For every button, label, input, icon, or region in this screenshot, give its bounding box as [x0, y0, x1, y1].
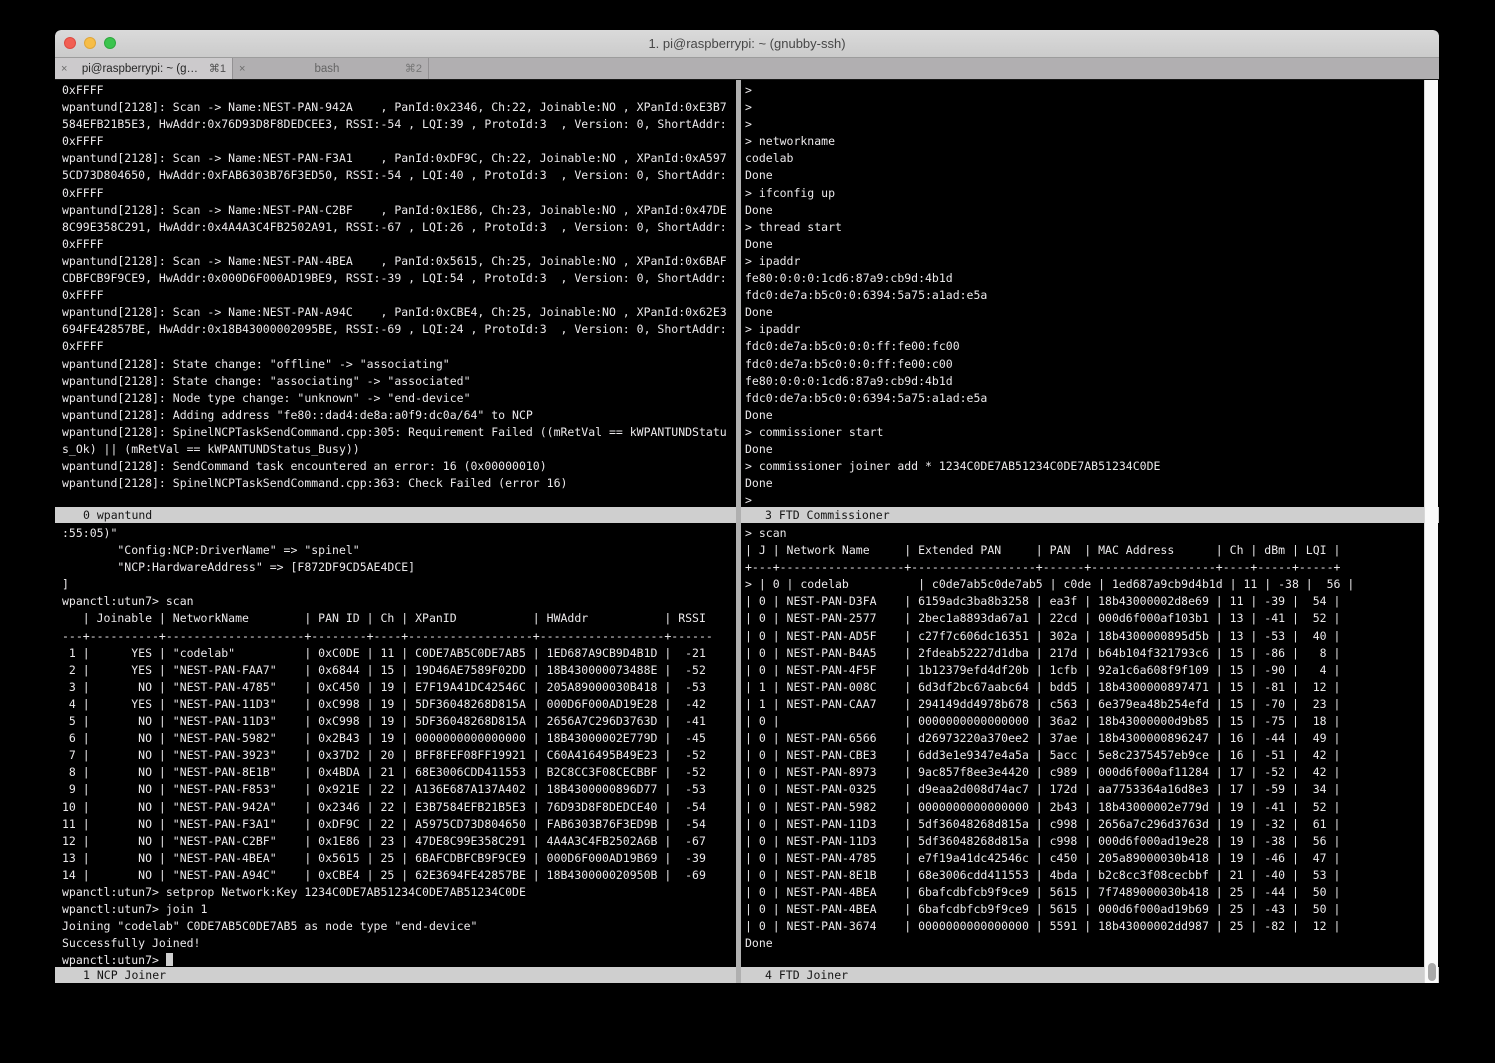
zoom-window-button[interactable]	[104, 37, 116, 49]
wpanctl-prompt[interactable]: wpanctl:utun7>	[55, 952, 736, 967]
tab-bash[interactable]: × bash ⌘2	[233, 58, 429, 79]
traffic-lights	[64, 37, 116, 49]
tab-label: bash	[253, 63, 401, 75]
ftd-joiner-output: > scan | J | Network Name | Extended PAN…	[741, 523, 1424, 952]
pane-ftd-commissioner[interactable]: > > > > networkname codelab Done > ifcon…	[741, 80, 1424, 507]
tab-shortcut: ⌘2	[405, 62, 422, 75]
window-title: 1. pi@raspberrypi: ~ (gnubby-ssh)	[55, 30, 1439, 57]
scrollbar-thumb[interactable]	[1428, 963, 1436, 981]
terminal-cursor	[166, 953, 173, 966]
tab-bar-filler	[429, 58, 1439, 79]
minimize-window-button[interactable]	[84, 37, 96, 49]
tab-label: pi@raspberrypi: ~ (g…	[75, 63, 205, 75]
pane-divider[interactable]	[736, 80, 741, 983]
scrollbar[interactable]	[1424, 80, 1438, 983]
tab-close-icon[interactable]: ×	[239, 63, 253, 75]
prompt-text: wpanctl:utun7>	[62, 953, 166, 967]
ftd-commissioner-output: > > > > networkname codelab Done > ifcon…	[741, 80, 1424, 507]
close-window-button[interactable]	[64, 37, 76, 49]
wpantund-log: 0xFFFF wpantund[2128]: Scan -> Name:NEST…	[55, 80, 736, 492]
tab-shortcut: ⌘1	[209, 62, 226, 75]
pane-ncp-joiner[interactable]: :55:05)" "Config:NCP:DriverName" => "spi…	[55, 523, 736, 967]
tab-ssh[interactable]: × pi@raspberrypi: ~ (g… ⌘1	[55, 58, 233, 79]
terminal-content: 0xFFFF wpantund[2128]: Scan -> Name:NEST…	[55, 80, 1439, 1041]
tab-close-icon[interactable]: ×	[61, 63, 75, 75]
pane-wpantund[interactable]: 0xFFFF wpantund[2128]: Scan -> Name:NEST…	[55, 80, 736, 507]
titlebar[interactable]: 1. pi@raspberrypi: ~ (gnubby-ssh)	[55, 30, 1439, 58]
pane-status-wpantund: 0 wpantund	[55, 507, 769, 523]
tab-bar: × pi@raspberrypi: ~ (g… ⌘1 × bash ⌘2	[55, 58, 1439, 80]
pane-ftd-joiner[interactable]: > scan | J | Network Name | Extended PAN…	[741, 523, 1424, 967]
pane-status-ftd-joiner: 4 FTD Joiner	[741, 967, 1439, 983]
terminal-window: 1. pi@raspberrypi: ~ (gnubby-ssh) × pi@r…	[55, 30, 1439, 1041]
pane-status-ftd-commissioner: 3 FTD Commissioner	[741, 507, 1439, 523]
ncp-joiner-output: :55:05)" "Config:NCP:DriverName" => "spi…	[55, 523, 736, 952]
pane-status-ncp-joiner: 1 NCP Joiner	[55, 967, 769, 983]
